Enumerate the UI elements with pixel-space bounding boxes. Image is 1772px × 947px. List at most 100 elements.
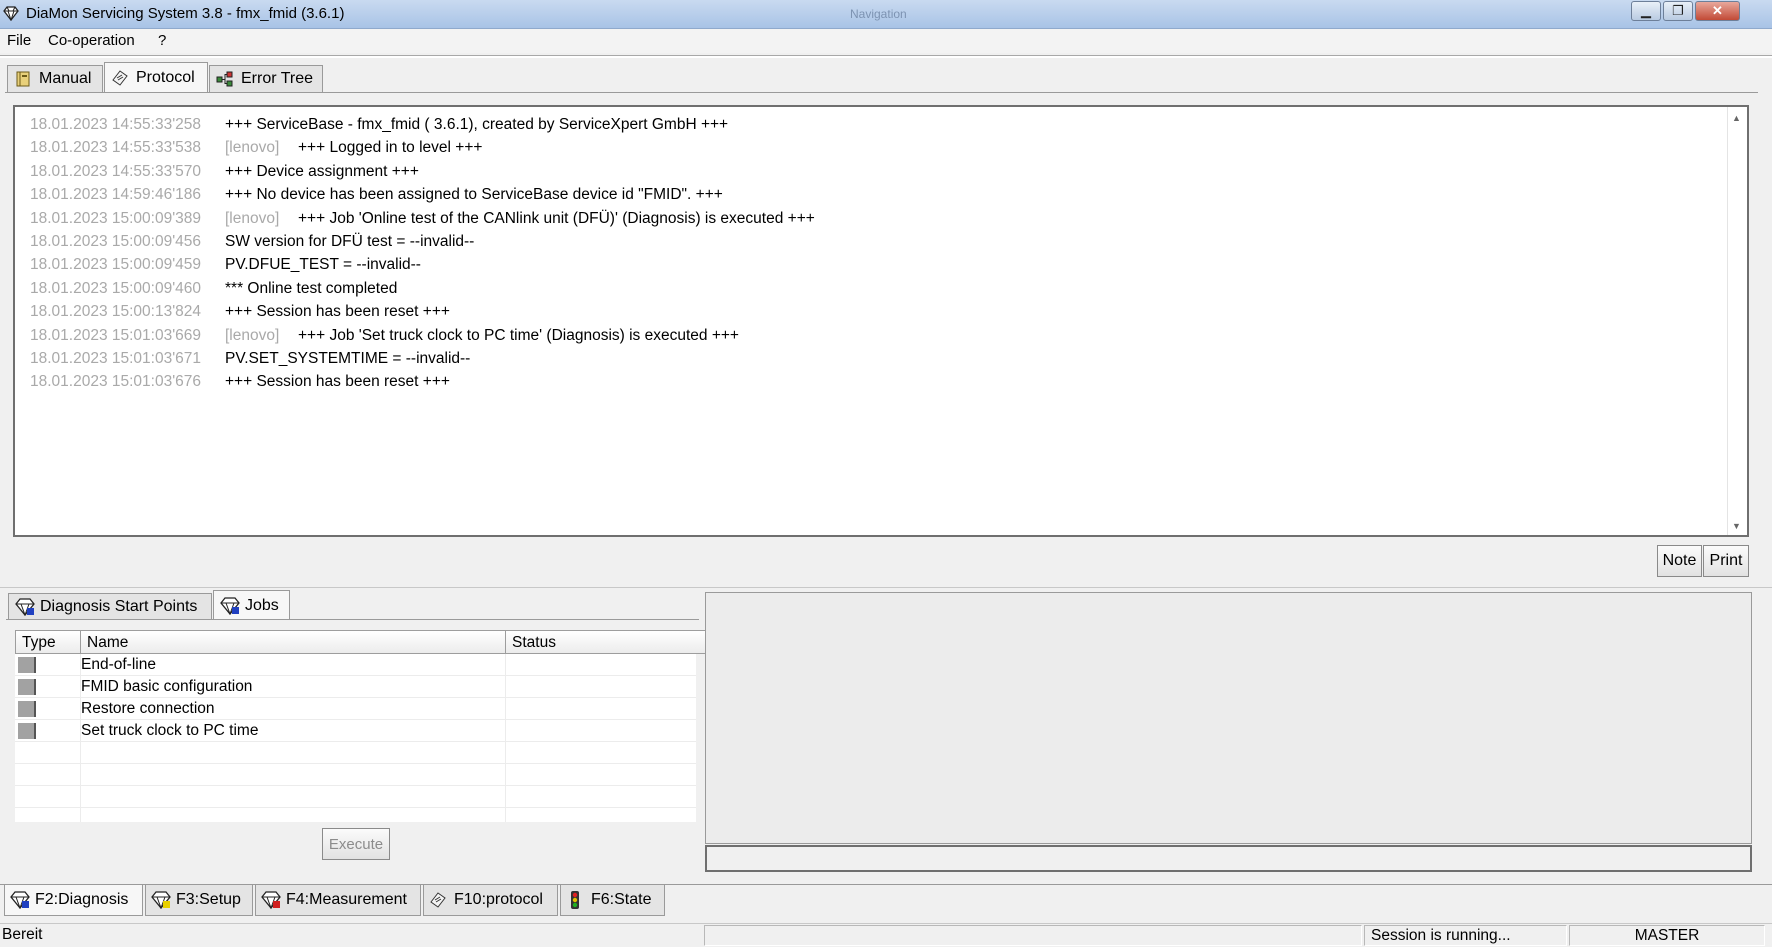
log-line: 18.01.2023 14:59:46'186 +++ No device has… — [30, 186, 723, 204]
log-timestamp: 18.01.2023 14:59:46'186 — [30, 186, 202, 204]
restore-button[interactable]: ❐ — [1663, 1, 1693, 21]
error-tree-icon — [216, 70, 234, 88]
log-line: 18.01.2023 15:01:03'669 [lenovo] +++ Job '… — [30, 327, 739, 345]
job-name: End-of-line — [81, 656, 156, 673]
tab-label: Diagnosis Start Points — [40, 598, 198, 615]
tab-error-tree[interactable]: Error Tree — [209, 65, 323, 92]
menu-help[interactable]: ? — [158, 32, 166, 49]
log-line: 18.01.2023 15:00:09'389 [lenovo] +++ Job '… — [30, 210, 815, 228]
app-icon — [3, 6, 19, 25]
job-type-icon — [18, 657, 36, 673]
log-message: +++ Job 'Set truck clock to PC time' (Di… — [298, 326, 739, 344]
log-message: +++ Session has been reset +++ — [225, 373, 450, 391]
log-timestamp: 18.01.2023 15:00:09'456 — [30, 233, 202, 250]
tab-manual[interactable]: Manual — [7, 65, 103, 92]
status-pane-empty — [704, 925, 1362, 946]
log-message: +++ No device has been assigned to Servi… — [225, 186, 723, 204]
table-row[interactable]: Restore connection — [15, 698, 696, 720]
setup-icon — [151, 890, 171, 909]
log-user: [lenovo] — [225, 209, 280, 227]
manual-icon — [14, 70, 32, 88]
log-line: 18.01.2023 15:00:09'460 *** Online test c… — [30, 280, 397, 298]
log-user: [lenovo] — [225, 326, 280, 344]
table-row[interactable]: Set truck clock to PC time — [15, 720, 696, 742]
log-scrollbar[interactable]: ▲ ▼ — [1727, 107, 1747, 535]
tab-diagnosis-start-points[interactable]: Diagnosis Start Points — [8, 593, 212, 620]
column-header-type[interactable]: Type — [15, 630, 81, 654]
tab-label: Jobs — [245, 596, 279, 614]
tab-f4-measurement[interactable]: F4:Measurement — [255, 884, 421, 916]
log-message: +++ Device assignment +++ — [225, 162, 419, 180]
minimize-button[interactable]: ▁ — [1631, 1, 1661, 21]
tab-label: Protocol — [136, 68, 195, 86]
protocol-log[interactable]: 18.01.2023 14:55:33'258 +++ ServiceBase -… — [13, 105, 1749, 537]
menu-separator — [0, 55, 1772, 58]
diagnosis-icon — [10, 890, 30, 909]
log-line: 18.01.2023 15:01:03'671 PV.SET_SYSTEMTIME… — [30, 350, 470, 368]
status-ready: Bereit — [2, 926, 43, 943]
close-button[interactable]: ✕ — [1695, 1, 1740, 21]
window-center-caption: Navigation — [850, 7, 907, 21]
log-timestamp: 18.01.2023 15:00:13'824 — [30, 303, 202, 321]
tab-f6-state[interactable]: F6:State — [560, 884, 665, 916]
tab-jobs[interactable]: Jobs — [213, 590, 290, 620]
column-header-name[interactable]: Name — [80, 630, 506, 654]
diagnosis-start-icon — [15, 598, 35, 617]
table-row[interactable]: End-of-line — [15, 654, 696, 676]
log-user: [lenovo] — [225, 139, 280, 157]
execute-button[interactable]: Execute — [322, 828, 390, 860]
log-message: +++ Job 'Online test of the CANlink unit… — [298, 209, 815, 227]
job-type-icon — [18, 679, 36, 695]
tab-label: F6:State — [591, 890, 652, 908]
job-detail-panel — [705, 592, 1752, 844]
log-line: 18.01.2023 15:01:03'676 +++ Session has b… — [30, 373, 450, 391]
table-row-empty — [15, 786, 696, 808]
menu-file[interactable]: File — [7, 32, 31, 49]
log-message: PV.SET_SYSTEMTIME = --invalid-- — [225, 350, 471, 367]
log-line: 18.01.2023 15:00:09'459 PV.DFUE_TEST = --… — [30, 256, 421, 274]
bottom-tab-line — [0, 884, 1772, 885]
log-timestamp: 18.01.2023 15:00:09'460 — [30, 279, 202, 297]
log-line: 18.01.2023 15:00:09'456 SW version for DF… — [30, 233, 474, 251]
status-bar: Bereit Session is running... MASTER — [0, 923, 1772, 947]
log-message: PV.DFUE_TEST = --invalid-- — [225, 256, 421, 274]
status-level: MASTER — [1569, 925, 1765, 946]
column-header-status[interactable]: Status — [505, 630, 711, 654]
log-timestamp: 18.01.2023 15:01:03'671 — [30, 350, 202, 367]
log-timestamp: 18.01.2023 15:01:03'676 — [30, 373, 202, 391]
note-button[interactable]: Note — [1657, 545, 1702, 577]
log-timestamp: 18.01.2023 15:00:09'459 — [30, 256, 202, 274]
tab-f3-setup[interactable]: F3:Setup — [145, 884, 253, 916]
print-button[interactable]: Print — [1703, 545, 1749, 577]
scroll-down-icon[interactable]: ▼ — [1732, 521, 1741, 531]
log-line: 18.01.2023 14:55:33'258 +++ ServiceBase -… — [30, 116, 728, 134]
log-message: *** Online test completed — [225, 279, 398, 297]
tab-strip-line — [5, 92, 1758, 93]
scroll-up-icon[interactable]: ▲ — [1732, 113, 1741, 123]
tab-label: Manual — [39, 70, 92, 87]
tab-f10-protocol[interactable]: F10:protocol — [423, 884, 558, 916]
jobs-icon — [220, 596, 240, 615]
log-timestamp: 18.01.2023 15:01:03'669 — [30, 326, 202, 344]
protocol-icon — [111, 69, 129, 87]
restore-icon: ❐ — [1672, 3, 1684, 18]
jobs-table[interactable]: Type Name Status End-of-line FMID basic … — [15, 630, 711, 822]
protocol-icon — [429, 891, 447, 909]
log-timestamp: 18.01.2023 14:55:33'258 — [30, 116, 202, 133]
log-message: +++ Session has been reset +++ — [225, 303, 450, 321]
log-timestamp: 18.01.2023 14:55:33'570 — [30, 162, 202, 180]
menu-co-operation[interactable]: Co-operation — [48, 32, 135, 49]
log-message: +++ ServiceBase - fmx_fmid ( 3.6.1), cre… — [225, 116, 729, 133]
job-name: Restore connection — [81, 700, 215, 717]
status-session: Session is running... — [1364, 925, 1567, 946]
log-timestamp: 18.01.2023 14:55:33'538 — [30, 139, 202, 157]
tab-label: Error Tree — [241, 70, 314, 87]
tab-f2-diagnosis[interactable]: F2:Diagnosis — [4, 884, 143, 916]
log-message: +++ Logged in to level +++ — [298, 139, 483, 157]
table-row[interactable]: FMID basic configuration — [15, 676, 696, 698]
tab-label: F4:Measurement — [286, 890, 407, 908]
tab-protocol[interactable]: Protocol — [104, 62, 208, 92]
measurement-icon — [261, 890, 281, 909]
job-type-icon — [18, 701, 36, 717]
close-icon: ✕ — [1712, 3, 1723, 18]
